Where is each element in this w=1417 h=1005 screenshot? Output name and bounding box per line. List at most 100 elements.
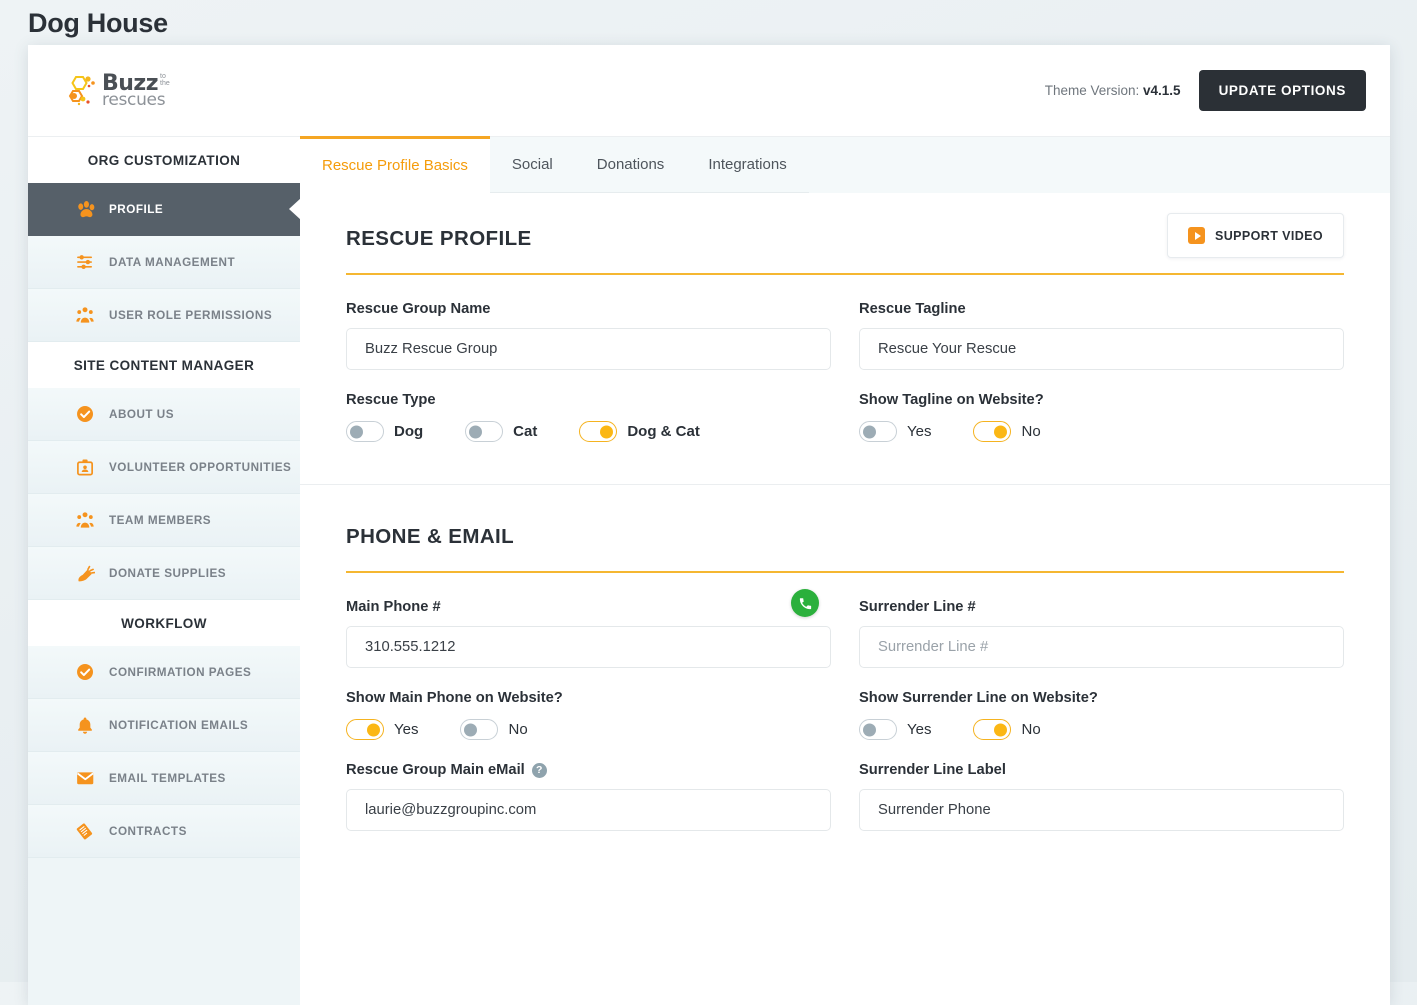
users-icon — [76, 306, 94, 323]
show-tagline-toggles: Yes No — [859, 419, 1344, 442]
toggle-yes[interactable] — [346, 719, 384, 740]
show-surrender-line-label: Show Surrender Line on Website? — [859, 690, 1098, 706]
sidebar-item-email-templates[interactable]: EMAIL TEMPLATES — [28, 752, 300, 805]
rescue-profile-fields: Rescue Group Name Rescue Tagline Rescue … — [346, 301, 1344, 464]
envelope-icon — [76, 771, 94, 784]
support-video-button[interactable]: SUPPORT VIDEO — [1167, 213, 1344, 258]
app-header: Buzz to the rescues Theme Version: v4.1.… — [28, 45, 1390, 137]
toggle-no[interactable] — [973, 719, 1012, 740]
sidebar-item-label: EMAIL TEMPLATES — [109, 771, 226, 785]
toggle-label: Yes — [907, 721, 932, 738]
rescue-tagline-label: Rescue Tagline — [859, 301, 966, 317]
toggle-yes[interactable] — [859, 719, 897, 740]
toggle-no[interactable] — [460, 719, 499, 740]
show-main-phone-label: Show Main Phone on Website? — [346, 690, 563, 706]
main-phone-input[interactable] — [346, 626, 831, 668]
logo-word-rescues: rescues — [102, 89, 166, 110]
sidebar-item-notification-emails[interactable]: NOTIFICATION EMAILS — [28, 699, 300, 752]
main-phone-field: Main Phone # — [346, 589, 831, 668]
surrender-line-label-field: Surrender Line Label — [859, 762, 1344, 831]
logo-tothe: to the — [160, 73, 170, 87]
sidebar-item-team-members[interactable]: TEAM MEMBERS — [28, 494, 300, 547]
sidebar-item-profile[interactable]: PROFILE — [28, 183, 300, 236]
rescue-tagline-field: Rescue Tagline — [859, 301, 1344, 370]
sidebar-item-label: PROFILE — [109, 202, 164, 216]
surrender-line-label: Surrender Line # — [859, 599, 976, 615]
logo-word-to: to — [160, 72, 166, 80]
toggle-no[interactable] — [973, 421, 1012, 442]
sidebar-heading-1: SITE CONTENT MANAGER — [28, 342, 300, 388]
sidebar-heading-2: WORKFLOW — [28, 600, 300, 646]
toggle-label: No — [1021, 423, 1041, 440]
show-main-phone-field: Show Main Phone on Website? Yes No — [346, 690, 831, 740]
surrender-line-label-input[interactable] — [859, 789, 1344, 831]
rescue-tagline-input[interactable] — [859, 328, 1344, 370]
sidebar: ORG CUSTOMIZATION PROFILE DATA MANAGEMENT U… — [28, 137, 300, 1005]
main-email-input[interactable] — [346, 789, 831, 831]
main-content: Rescue Profile Basics Social Donations Inte… — [300, 136, 1390, 1005]
toggle-label: Dog & Cat — [627, 423, 700, 440]
tab-rescue-profile-basics[interactable]: Rescue Profile Basics — [300, 136, 490, 193]
sidebar-item-about-us[interactable]: ABOUT US — [28, 388, 300, 441]
section-divider-rule — [346, 571, 1344, 573]
sidebar-item-label: DATA MANAGEMENT — [109, 255, 236, 269]
main-email-label-text: Rescue Group Main eMail — [346, 762, 525, 778]
check-circle-icon — [77, 663, 94, 680]
sidebar-item-donate-supplies[interactable]: DONATE SUPPLIES — [28, 547, 300, 600]
honeycomb-bee-icon — [68, 75, 95, 105]
contract-tag-icon — [76, 822, 93, 839]
sidebar-heading-0: ORG CUSTOMIZATION — [28, 137, 300, 183]
bell-icon — [78, 717, 92, 734]
theme-version-value: v4.1.5 — [1143, 83, 1181, 98]
header-actions: Theme Version: v4.1.5 UPDATE OPTIONS — [1045, 70, 1366, 111]
sidebar-item-confirmation-pages[interactable]: CONFIRMATION PAGES — [28, 646, 300, 699]
surrender-line-field: Surrender Line # — [859, 599, 1344, 668]
update-options-button[interactable]: UPDATE OPTIONS — [1198, 70, 1366, 111]
rescue-type-toggles: Dog Cat Dog & Cat — [346, 419, 831, 442]
rescue-type-label: Rescue Type — [346, 392, 436, 408]
rescue-group-name-input[interactable] — [346, 328, 831, 370]
rescue-profile-header: RESCUE PROFILE SUPPORT VIDEO — [346, 213, 1344, 273]
sidebar-item-label: USER ROLE PERMISSIONS — [109, 308, 273, 322]
sidebar-item-data-management[interactable]: DATA MANAGEMENT — [28, 236, 300, 289]
play-icon — [1188, 227, 1205, 244]
main-phone-label: Main Phone # — [346, 599, 441, 615]
phone-check-icon — [791, 589, 819, 617]
sidebar-item-label: VOLUNTEER OPPORTUNITIES — [109, 460, 292, 474]
toggle-label: Yes — [394, 721, 419, 738]
toggle-cat[interactable] — [465, 421, 504, 442]
theme-version-label: Theme Version: — [1044, 83, 1140, 98]
toggle-dog-cat[interactable] — [579, 421, 618, 442]
theme-version: Theme Version: v4.1.5 — [1045, 83, 1181, 98]
tab-bar: Rescue Profile Basics Social Donations Inte… — [300, 136, 1390, 193]
tab-integrations[interactable]: Integrations — [686, 137, 809, 193]
toggle-label: No — [508, 721, 528, 738]
toggle-label: Dog — [394, 423, 424, 440]
toggle-yes[interactable] — [859, 421, 897, 442]
show-surrender-line-field: Show Surrender Line on Website? Yes No — [859, 690, 1344, 740]
help-icon[interactable]: ? — [531, 762, 547, 778]
phone-email-fields: Main Phone # Surrender Line # Sh — [346, 589, 1344, 853]
tab-social[interactable]: Social — [489, 137, 575, 193]
sidebar-item-label: CONFIRMATION PAGES — [109, 665, 252, 679]
toggle-dog[interactable] — [346, 421, 384, 442]
sidebar-item-contracts[interactable]: CONTRACTS — [28, 805, 300, 858]
support-video-label: SUPPORT VIDEO — [1215, 228, 1323, 243]
sidebar-item-user-role-permissions[interactable]: USER ROLE PERMISSIONS — [28, 289, 300, 342]
sidebar-item-volunteer-opportunities[interactable]: VOLUNTEER OPPORTUNITIES — [28, 441, 300, 494]
show-tagline-field: Show Tagline on Website? Yes No — [859, 392, 1344, 442]
rescue-group-name-label: Rescue Group Name — [346, 301, 491, 317]
sliders-icon — [77, 254, 93, 269]
sidebar-item-label: NOTIFICATION EMAILS — [109, 718, 249, 732]
buzz-to-the-rescues-logo: Buzz to the rescues — [66, 72, 170, 110]
sidebar-item-label: CONTRACTS — [109, 824, 187, 838]
sidebar-item-label: DONATE SUPPLIES — [109, 566, 227, 580]
surrender-line-input[interactable] — [859, 626, 1344, 668]
toggle-label: Cat — [513, 423, 538, 440]
check-circle-icon — [77, 405, 94, 422]
carrot-icon — [78, 565, 95, 581]
paw-icon — [78, 200, 95, 217]
id-badge-icon — [77, 459, 94, 475]
tab-donations[interactable]: Donations — [574, 137, 687, 193]
sidebar-item-label: TEAM MEMBERS — [109, 513, 212, 527]
